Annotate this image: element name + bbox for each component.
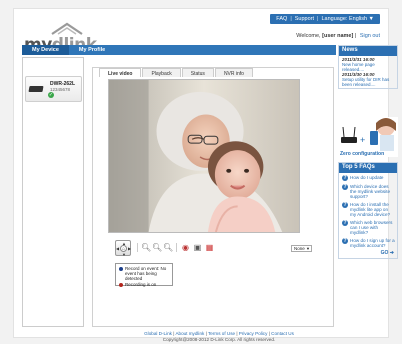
- question-icon: ?: [342, 220, 348, 226]
- news-title: News: [339, 46, 397, 56]
- blue-dot-icon: [119, 267, 123, 271]
- faq-item[interactable]: ? How do I update: [339, 173, 397, 182]
- zero-config-banner[interactable]: + Zero configuration: [338, 117, 398, 157]
- settings-grid-icon[interactable]: ▦: [205, 243, 214, 252]
- ptz-pad[interactable]: ▲ ▼ ◀ ▶ ⌂: [115, 240, 131, 257]
- faq-link[interactable]: FAQ: [276, 16, 287, 22]
- footer-link[interactable]: Privacy Policy: [239, 331, 268, 336]
- language-select[interactable]: Language: English ▼: [321, 16, 374, 22]
- arrow-right-icon[interactable]: ▶: [128, 246, 131, 251]
- device-id: 12345678: [50, 87, 71, 92]
- live-video-view[interactable]: [108, 79, 300, 233]
- faq-go-button[interactable]: GO ➔: [339, 249, 397, 258]
- ptz-preset-select[interactable]: None ▼: [291, 245, 312, 252]
- device-item[interactable]: DWR-262L 12345678 ✓: [25, 76, 82, 102]
- footer-link[interactable]: About mydlink: [175, 331, 204, 336]
- zoom-out-icon[interactable]: 🔍︎: [152, 243, 162, 252]
- red-dot-icon: [119, 283, 123, 287]
- live-video-image: [109, 80, 299, 232]
- arrow-down-icon[interactable]: ▼: [122, 252, 126, 257]
- promo-image: +: [341, 118, 396, 151]
- arrow-right-icon: ➔: [389, 250, 394, 256]
- tab-live-video[interactable]: Live video: [99, 68, 142, 77]
- main-content: Live video Playback Status NVR info ▲ ▼ …: [92, 67, 334, 327]
- news-item[interactable]: New home page released....: [342, 62, 394, 72]
- question-icon: ?: [342, 202, 348, 208]
- legend-row: Recording is on: [119, 282, 169, 287]
- faq-item[interactable]: ? How do I sign up for a mydlink account?: [339, 236, 397, 249]
- recording-legend: Record on event: No event has being dete…: [115, 263, 173, 287]
- footer-link[interactable]: Global D-Link: [144, 331, 172, 336]
- tab-status[interactable]: Status: [181, 68, 214, 77]
- snapshot-icon[interactable]: ▣: [193, 243, 202, 252]
- footer: Global D-Link | About mydlink | Terms of…: [94, 331, 344, 343]
- chevron-down-icon: ▼: [306, 246, 310, 251]
- faq-item[interactable]: ? Which device does the mydlink website s…: [339, 182, 397, 200]
- house-roof-icon: [51, 22, 83, 35]
- top-links: FAQ | Support | Language: English ▼: [270, 14, 380, 24]
- news-item[interactable]: Setup utility for DIR has been released.…: [342, 77, 394, 87]
- home-icon[interactable]: ⌂: [120, 245, 127, 252]
- question-icon: ?: [342, 238, 348, 244]
- news-box: News 2011/3/31 16:00 New home page relea…: [338, 45, 398, 89]
- router-icon: [28, 86, 44, 92]
- sign-out-link[interactable]: Sign out: [360, 33, 380, 39]
- faq-title: Top 5 FAQs: [339, 163, 397, 173]
- online-check-icon: ✓: [48, 92, 54, 98]
- content-tabs: Live video Playback Status NVR info: [99, 68, 254, 77]
- tab-my-device[interactable]: My Device: [22, 45, 69, 55]
- faq-box: Top 5 FAQs ? How do I update ? Which devic…: [338, 162, 398, 259]
- footer-link[interactable]: Contact Us: [271, 331, 294, 336]
- right-column: News 2011/3/31 16:00 New home page relea…: [338, 45, 398, 259]
- main-nav: My Device My Profile: [22, 45, 336, 55]
- svg-text:+: +: [360, 135, 365, 145]
- record-icon[interactable]: ◉: [181, 243, 190, 252]
- arrow-left-icon[interactable]: ◀: [116, 246, 119, 251]
- copyright: Copyright@2008-2012 D-Link Corp. All rig…: [162, 337, 276, 342]
- support-link[interactable]: Support: [295, 16, 314, 22]
- camera-controls: ▲ ▼ ◀ ▶ ⌂ 🔍︎ 🔍︎ 🔍︎ ◉ ▣ ▦ None ▼: [115, 238, 312, 258]
- zoom-in-icon[interactable]: 🔍︎: [141, 243, 151, 252]
- promo-label: Zero configuration: [340, 151, 385, 157]
- username: [user name]: [322, 33, 354, 39]
- tab-playback[interactable]: Playback: [142, 68, 181, 77]
- page-frame: FAQ | Support | Language: English ▼ mydl…: [13, 8, 398, 342]
- device-list-panel: DWR-262L 12345678 ✓: [22, 57, 84, 327]
- faq-item[interactable]: ? How do I install the mydlink lite app o…: [339, 200, 397, 218]
- welcome-message: Welcome, [user name] | Sign out: [296, 33, 380, 39]
- footer-link[interactable]: Terms of Use: [208, 331, 235, 336]
- question-icon: ?: [342, 184, 348, 190]
- tab-my-profile[interactable]: My Profile: [69, 45, 115, 55]
- zoom-reset-icon[interactable]: 🔍︎: [163, 243, 173, 252]
- legend-row: Record on event: No event has being dete…: [119, 266, 169, 281]
- question-icon: ?: [342, 175, 348, 181]
- faq-item[interactable]: ? Which web browsers can I use with mydli…: [339, 218, 397, 236]
- tab-nvr-info[interactable]: NVR info: [214, 68, 253, 77]
